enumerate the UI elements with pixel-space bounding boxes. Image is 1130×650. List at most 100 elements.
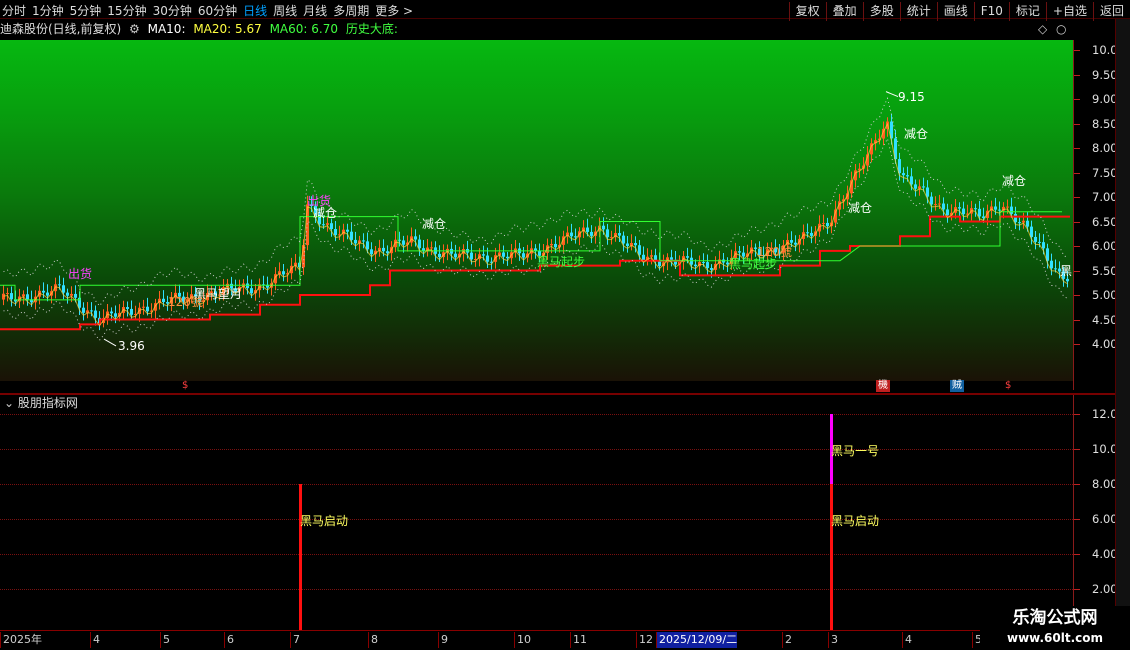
- candle-body: [386, 251, 389, 254]
- price-tick: [1074, 123, 1080, 125]
- price-label: 6.00: [1092, 239, 1118, 253]
- candle-body: [346, 229, 349, 232]
- indicator-axis: 12.00 10.00 8.00 6.00 4.00 2.00: [1073, 395, 1125, 630]
- candle-body: [114, 313, 117, 317]
- candle-body: [810, 232, 813, 236]
- stock-title: 迪森股份(日线,前复权): [0, 22, 122, 36]
- candle-body: [738, 251, 741, 253]
- candle-body: [1026, 220, 1029, 227]
- candle-body: [670, 257, 673, 260]
- candle-body: [470, 252, 473, 260]
- indicator-tick: [1074, 589, 1080, 590]
- candle-body: [1038, 241, 1041, 243]
- candle-body: [1054, 268, 1057, 270]
- circle-icon[interactable]: ○: [1056, 19, 1066, 40]
- price-tick: [1074, 319, 1080, 321]
- price-tick: [1074, 99, 1080, 100]
- ship-out-label-2: 出货: [307, 194, 332, 208]
- candle-body: [602, 225, 605, 230]
- watermark-url: www.60lt.com: [1006, 631, 1104, 645]
- price-label: 6.50: [1092, 214, 1118, 229]
- mark-3: 贼: [950, 380, 964, 392]
- high-marker: [885, 91, 899, 98]
- indicator-chart[interactable]: 黑马启动 黑马启动 黑马一号: [0, 412, 1073, 630]
- price-chart[interactable]: 9.15 3.96 减仓 减仓 减仓 减仓 减仓 出货 出货 黑马起步 黑马起步…: [0, 40, 1073, 381]
- support-line: [0, 215, 1070, 331]
- date-label: 8: [368, 632, 378, 648]
- indicator-label: 8.00: [1092, 477, 1118, 491]
- candle-body: [638, 245, 641, 255]
- ma20-label: MA20: 5.67: [193, 22, 262, 36]
- mark-4: $: [1005, 380, 1012, 391]
- price-axis: 10.00 9.50 9.00 8.50 8.00 7.50 7.00 6.50 6.00 5.5…: [1073, 40, 1125, 390]
- date-label: 4: [90, 632, 100, 648]
- candle-body: [250, 288, 253, 294]
- low-price-label: 3.96: [118, 339, 145, 353]
- candle-body: [910, 176, 913, 185]
- candle-body: [710, 267, 713, 270]
- collapse-icon[interactable]: ⌄: [4, 396, 14, 410]
- candle-body: [694, 264, 697, 267]
- candle-body: [246, 283, 249, 289]
- indicator-tick: [1074, 519, 1080, 520]
- candle-body: [642, 254, 645, 261]
- price-label: 7.50: [1092, 165, 1118, 180]
- sub-panel-header: ⌄ 股朋指标网: [0, 395, 1073, 412]
- candle-body: [914, 184, 917, 189]
- candle-body: [706, 262, 709, 268]
- settings-icon[interactable]: ⚙: [129, 22, 140, 36]
- candle-body: [742, 252, 745, 257]
- diamond-icon[interactable]: ◇: [1038, 19, 1047, 40]
- candle-body: [322, 224, 325, 226]
- grid-line: [0, 519, 1073, 520]
- price-label: 8.50: [1092, 116, 1118, 131]
- high-price-label: 9.15: [898, 90, 925, 104]
- grid-line: [0, 449, 1073, 450]
- indicator-info-bar: 迪森股份(日线,前复权) ⚙ MA10: MA20: 5.67 MA60: 6.…: [0, 19, 1073, 40]
- indicator-tick: [1074, 484, 1080, 485]
- candle-body: [1042, 242, 1045, 249]
- candle-body: [130, 308, 133, 315]
- date-label: 11: [570, 632, 587, 648]
- candle-body: [794, 242, 797, 245]
- reduce-position-label-5: 减仓: [848, 201, 873, 215]
- candle-body: [574, 236, 577, 238]
- candle-body: [790, 240, 793, 243]
- price-label: 8.00: [1092, 141, 1118, 155]
- candle-body: [942, 203, 945, 210]
- low-marker: [103, 338, 117, 347]
- candle-body: [930, 196, 933, 205]
- candle-body: [482, 254, 485, 256]
- candle-body: [282, 271, 285, 275]
- candle-body: [414, 236, 417, 240]
- signal-bar: [299, 484, 302, 630]
- candle-body: [686, 256, 689, 258]
- signal-bar-label: 黑马启动: [831, 514, 880, 528]
- indicator-tick: [1074, 414, 1080, 415]
- grid-line: [0, 554, 1073, 555]
- candle-body: [382, 247, 385, 252]
- price-tick: [1074, 221, 1080, 223]
- candle-body: [926, 187, 929, 197]
- signal-mark-strip: $ 機 贼 $: [0, 380, 1073, 393]
- price-tick: [1074, 172, 1080, 174]
- indicator-label: 4.00: [1092, 547, 1118, 561]
- candle-body: [146, 306, 149, 312]
- candle-body: [1014, 213, 1017, 223]
- top-toolbar: 分时 1分钟 5分钟 15分钟 30分钟 60分钟 日线 周线 月线 多周期 更多 > 复权 叠加 多股…: [0, 0, 1130, 21]
- ship-out-label-1: 出货: [68, 267, 93, 281]
- price-label: 9.50: [1092, 67, 1118, 82]
- candle-body: [1066, 278, 1069, 282]
- candle-body: [586, 227, 589, 232]
- candle-body: [1006, 206, 1009, 208]
- right-side-strip[interactable]: [1115, 19, 1130, 630]
- dark-horse-start-label-1: 黑马起步: [537, 255, 586, 269]
- candle-body: [934, 204, 937, 206]
- candle-body: [502, 252, 505, 257]
- price-tick: [1074, 74, 1080, 76]
- price-label: 5.00: [1092, 288, 1118, 302]
- candle-body: [1034, 236, 1037, 242]
- candle-body: [362, 240, 365, 242]
- candle-body: [142, 306, 145, 308]
- candle-body: [938, 203, 941, 205]
